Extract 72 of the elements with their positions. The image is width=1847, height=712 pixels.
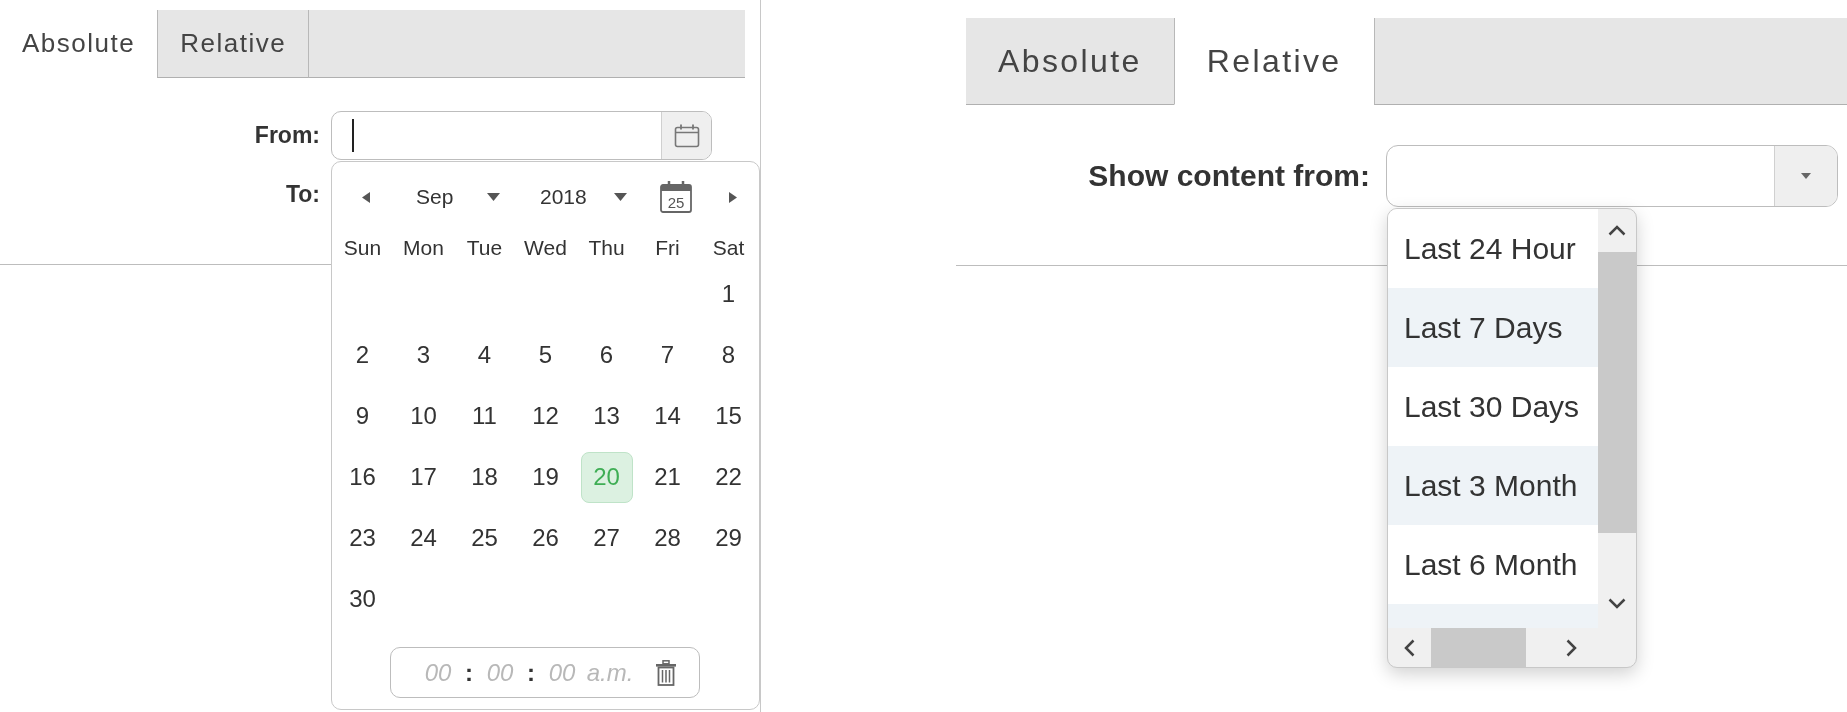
time-input[interactable]: 00 [545,658,579,687]
day-button[interactable]: 23 [345,522,380,555]
day-button[interactable]: 8 [717,339,740,372]
caret-down-icon [487,193,501,201]
day-button[interactable]: 11 [468,400,501,433]
day-button[interactable]: 26 [528,522,563,555]
day-button[interactable]: 17 [406,461,441,494]
scrollbar-thumb[interactable] [1598,252,1636,533]
weekday-label: Wed [524,236,567,260]
day-button[interactable]: 15 [711,400,746,433]
chevron-down-icon[interactable] [1608,597,1626,609]
day-button[interactable]: 27 [589,522,624,555]
time-field[interactable]: 00 : 00 : 00 a.m. [390,647,700,698]
day-button[interactable]: 5 [534,339,557,372]
month-select[interactable]: Sep [400,179,509,215]
weekday-label: Tue [466,236,503,260]
tab[interactable]: Absolute [966,18,1174,105]
dropdown-option[interactable]: Last 3 Month [1388,446,1598,525]
select-field[interactable] [1386,145,1838,207]
day-button[interactable]: 9 [351,400,374,433]
from-label: From: [254,122,320,149]
caret-left-icon[interactable] [362,191,370,203]
dropdown-option[interactable]: Last 7 Days [1388,288,1598,367]
am-pm-input[interactable]: a.m. [584,658,636,687]
time-input[interactable]: 00 [421,658,455,687]
calendar-icon [673,123,700,148]
day-button[interactable]: 7 [656,339,679,372]
weekday-label: Thu [588,236,625,260]
caret-down-icon [1801,173,1811,179]
day-button[interactable]: 10 [406,400,441,433]
day-button[interactable]: 2 [351,339,374,372]
day-button[interactable]: 28 [650,522,685,555]
day-button[interactable]: 18 [467,461,502,494]
day-button[interactable]: 3 [412,339,435,372]
time-separator: : [527,658,535,687]
day-button[interactable]: 30 [345,583,380,616]
chevron-right-icon[interactable] [1565,638,1577,657]
time-separator: : [465,658,473,687]
day-button[interactable]: 13 [589,400,624,433]
tab[interactable]: Relative [157,10,309,78]
day-button[interactable]: 24 [406,522,441,555]
date-field[interactable] [331,111,712,160]
day-button[interactable]: 12 [528,400,563,433]
day-button[interactable]: 21 [650,461,685,494]
time-input[interactable]: 00 [483,658,517,687]
chevron-left-icon[interactable] [1404,638,1415,657]
to-label: To: [285,181,320,208]
weekday-label: Fri [655,236,680,260]
day-button[interactable]: 16 [345,461,380,494]
dropdown-option[interactable]: Last 24 Hour [1388,209,1598,288]
caret-down-icon [613,193,627,201]
day-button[interactable]: 6 [595,339,618,372]
day-button[interactable]: 22 [711,461,746,494]
scrollbar-thumb[interactable] [1431,628,1526,667]
show-content-label: Show content from: [1088,159,1370,193]
dropdown-option[interactable]: Last 30 Days [1388,367,1598,446]
trash-icon[interactable] [655,659,677,686]
weekday-label: Sat [712,236,745,260]
day-button[interactable]: 14 [650,400,685,433]
day-button[interactable]: 25 [467,522,502,555]
weekday-label: Mon [403,236,444,260]
day-button[interactable]: 1 [717,278,740,311]
day-button[interactable]: 19 [528,461,563,494]
caret-right-icon[interactable] [728,191,737,203]
chevron-up-icon[interactable] [1608,225,1626,236]
calendar-icon[interactable]: 25 [660,181,692,213]
year-select[interactable]: 2018 [514,179,635,215]
day-button[interactable]: 29 [711,522,746,555]
weekday-label: Sun [343,236,382,260]
day-button[interactable]: 4 [473,339,496,372]
dropdown-option[interactable]: Last 6 Month [1388,525,1598,604]
calendar-button[interactable] [661,112,711,159]
